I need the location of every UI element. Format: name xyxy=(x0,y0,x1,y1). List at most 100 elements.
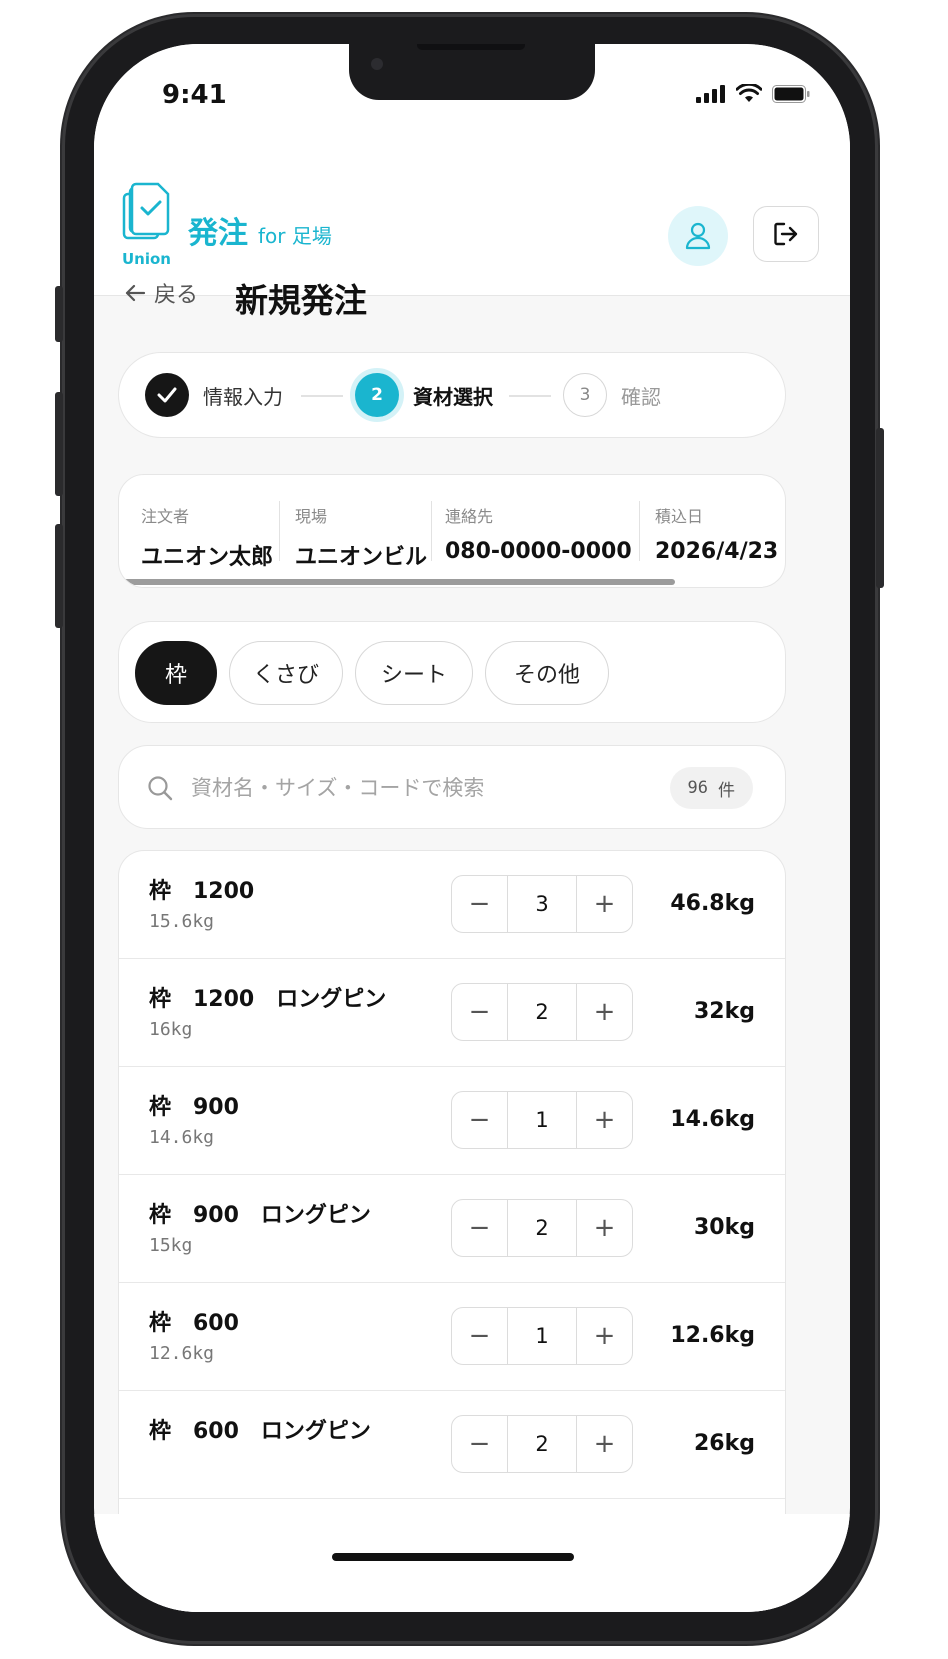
quantity-value[interactable]: 1 xyxy=(507,1092,577,1148)
info-loading-date: 積込日 2026/4/23 xyxy=(655,507,779,564)
info-site: 現場 ユニオンビル xyxy=(295,507,428,570)
volume-up-button xyxy=(55,392,63,496)
logout-icon xyxy=(774,222,798,246)
item-name: 枠 1200 xyxy=(149,879,255,904)
status-icons xyxy=(696,84,810,104)
item-name: 枠 600 ロングピン xyxy=(149,1419,371,1444)
item-unit-weight: 14.6kg xyxy=(149,1127,215,1148)
horizontal-scrollbar[interactable] xyxy=(121,579,675,585)
step-material-select[interactable]: 2 資材選択 xyxy=(355,373,493,417)
increment-button[interactable]: + xyxy=(577,876,632,932)
brand-subtitle: for 足場 xyxy=(258,224,332,248)
item-total-weight: 26kg xyxy=(694,1431,755,1456)
arrow-left-icon xyxy=(125,284,146,302)
brand-title: 発注 xyxy=(188,216,248,251)
battery-icon xyxy=(772,85,810,103)
increment-button[interactable]: + xyxy=(577,984,632,1040)
notch xyxy=(349,44,595,100)
union-logo[interactable]: Union xyxy=(122,182,174,268)
mute-switch xyxy=(55,286,63,342)
decrement-button[interactable]: − xyxy=(452,1416,507,1472)
search-input[interactable] xyxy=(191,766,651,810)
chip-frame[interactable]: 枠 xyxy=(135,641,217,705)
quantity-stepper: − 3 + xyxy=(451,875,633,933)
cellular-signal-icon xyxy=(696,85,725,103)
item-total-weight: 12.6kg xyxy=(670,1323,755,1348)
search-bar: 96 件 xyxy=(118,745,786,829)
result-count-unit: 件 xyxy=(718,780,735,801)
step-current-dot: 2 xyxy=(355,373,399,417)
decrement-button[interactable]: − xyxy=(452,1092,507,1148)
step-done-dot xyxy=(145,373,189,417)
user-icon xyxy=(685,222,711,250)
list-item: 枠 600 12.6kg − 1 + 12.6kg xyxy=(119,1283,785,1391)
quantity-stepper: − 2 + xyxy=(451,983,633,1041)
back-button[interactable]: 戻る xyxy=(124,277,198,309)
chip-wedge[interactable]: くさび xyxy=(229,641,343,705)
quantity-value[interactable]: 3 xyxy=(507,876,577,932)
item-name: 枠 600 xyxy=(149,1311,239,1336)
step-label: 情報入力 xyxy=(203,384,283,409)
result-count: 96 xyxy=(687,778,708,798)
item-name: 枠 900 ロングピン xyxy=(149,1203,371,1228)
increment-button[interactable]: + xyxy=(577,1092,632,1148)
decrement-button[interactable]: − xyxy=(452,1200,507,1256)
app-header: Union 発注 for 足場 xyxy=(94,144,850,296)
volume-down-button xyxy=(55,524,63,628)
step-connector xyxy=(509,395,551,397)
item-unit-weight: 16kg xyxy=(149,1019,193,1040)
wifi-icon xyxy=(736,84,762,102)
result-count-badge: 96 件 xyxy=(669,767,753,809)
power-button xyxy=(876,428,884,588)
list-item: 枠 600 ロングピン − 2 + 26kg xyxy=(119,1391,785,1499)
increment-button[interactable]: + xyxy=(577,1416,632,1472)
order-info-card[interactable]: 注文者 ユニオン太郎 現場 ユニオンビル 連絡先 080-0000-0000 積… xyxy=(118,474,786,588)
decrement-button[interactable]: − xyxy=(452,984,507,1040)
item-unit-weight: 15kg xyxy=(149,1235,193,1256)
increment-button[interactable]: + xyxy=(577,1308,632,1364)
list-item: 枠 900 14.6kg − 1 + 14.6kg xyxy=(119,1067,785,1175)
quantity-value[interactable]: 2 xyxy=(507,1416,577,1472)
item-total-weight: 30kg xyxy=(694,1215,755,1240)
document-check-icon xyxy=(122,182,170,240)
app-brand: 発注 for 足場 xyxy=(188,208,332,252)
step-confirm[interactable]: 3 確認 xyxy=(563,373,661,417)
quantity-stepper: − 1 + xyxy=(451,1307,633,1365)
quantity-value[interactable]: 2 xyxy=(507,1200,577,1256)
home-indicator[interactable] xyxy=(332,1553,574,1561)
screen: 9:41 Union 発注 for 足場 戻る 新規発注 情報入力 2 資材選択… xyxy=(94,44,850,1612)
quantity-stepper: − 2 + xyxy=(451,1415,633,1473)
item-name: 枠 1200 ロングピン xyxy=(149,987,387,1012)
logout-button[interactable] xyxy=(753,206,819,262)
quantity-value[interactable]: 2 xyxy=(507,984,577,1040)
chip-other[interactable]: その他 xyxy=(485,641,609,705)
quantity-value[interactable]: 1 xyxy=(507,1308,577,1364)
page-title: 新規発注 xyxy=(235,281,367,320)
user-button[interactable] xyxy=(668,206,728,266)
list-item: 枠 900 ロングピン 15kg − 2 + 30kg xyxy=(119,1175,785,1283)
chip-sheet[interactable]: シート xyxy=(355,641,473,705)
search-icon xyxy=(148,776,173,801)
info-orderer: 注文者 ユニオン太郎 xyxy=(141,507,274,570)
list-item: 枠 1200 15.6kg − 3 + 46.8kg xyxy=(119,851,785,959)
logo-text: Union xyxy=(122,250,171,268)
step-upcoming-dot: 3 xyxy=(563,373,607,417)
quantity-stepper: − 1 + xyxy=(451,1091,633,1149)
item-unit-weight: 15.6kg xyxy=(149,911,215,932)
step-label: 資材選択 xyxy=(413,384,493,409)
increment-button[interactable]: + xyxy=(577,1200,632,1256)
check-icon xyxy=(157,387,177,403)
material-list: 枠 1200 15.6kg − 3 + 46.8kg 枠 1200 ロングピン … xyxy=(118,850,786,1612)
progress-stepper: 情報入力 2 資材選択 3 確認 xyxy=(118,352,786,438)
decrement-button[interactable]: − xyxy=(452,1308,507,1364)
step-info-input[interactable]: 情報入力 xyxy=(145,373,283,417)
item-total-weight: 14.6kg xyxy=(670,1107,755,1132)
step-label: 確認 xyxy=(621,384,661,409)
status-time: 9:41 xyxy=(162,80,227,110)
decrement-button[interactable]: − xyxy=(452,876,507,932)
step-connector xyxy=(301,395,343,397)
item-name: 枠 900 xyxy=(149,1095,239,1120)
item-unit-weight: 12.6kg xyxy=(149,1343,215,1364)
category-filter: 枠 くさび シート その他 xyxy=(118,621,786,723)
bottom-safe-area xyxy=(94,1514,850,1612)
